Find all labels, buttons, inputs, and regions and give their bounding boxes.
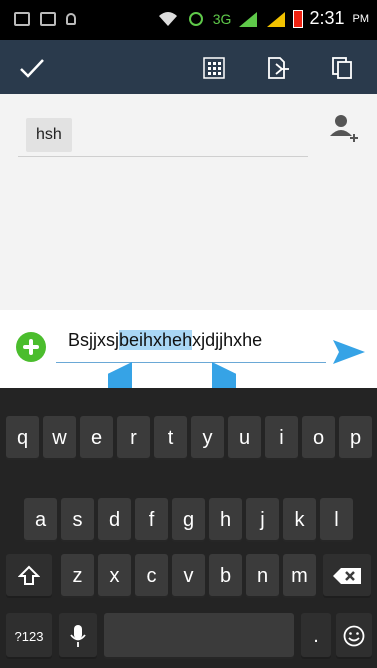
battery-icon <box>293 9 304 28</box>
key-q[interactable]: q <box>6 416 39 460</box>
key-f[interactable]: f <box>135 498 168 542</box>
space-key[interactable] <box>104 613 294 659</box>
key-t[interactable]: t <box>154 416 187 460</box>
message-text-before: Bsjjxsj <box>68 330 120 350</box>
emoji-key[interactable] <box>336 613 372 659</box>
selection-handle-start[interactable] <box>108 362 132 388</box>
quick-text-button[interactable] <box>198 52 230 84</box>
network-type: 3G <box>212 10 232 27</box>
message-text-after: xjdjjhxhe <box>192 330 263 350</box>
key-u[interactable]: u <box>228 416 261 460</box>
key-s[interactable]: s <box>61 498 94 542</box>
data-sync-icon <box>188 11 203 26</box>
key-g[interactable]: g <box>172 498 205 542</box>
add-contact-icon[interactable] <box>328 112 360 144</box>
recipient-area[interactable]: hsh <box>0 94 377 310</box>
keyboard: q w e r t y u i o p a s d f g h j k l z … <box>0 388 377 668</box>
mail-icon <box>40 12 56 26</box>
key-a[interactable]: a <box>24 498 57 542</box>
key-z[interactable]: z <box>61 554 94 598</box>
key-l[interactable]: l <box>320 498 353 542</box>
recipient-chip[interactable]: hsh <box>26 118 72 152</box>
clock-time: 2:31 <box>309 8 345 28</box>
key-h[interactable]: h <box>209 498 242 542</box>
key-v[interactable]: v <box>172 554 205 598</box>
emoji-icon <box>343 625 365 647</box>
signal-icon-sim2 <box>267 11 286 27</box>
key-j[interactable]: j <box>246 498 279 542</box>
usb-icon <box>66 13 76 25</box>
key-m[interactable]: m <box>283 554 316 598</box>
clock-ampm: PM <box>352 12 370 25</box>
message-input-underline <box>56 362 326 363</box>
message-input[interactable]: Bsjjxsjbeihxhehxjdjjhxhe <box>68 330 262 351</box>
backspace-icon <box>333 568 361 584</box>
key-k[interactable]: k <box>283 498 316 542</box>
recipient-field-underline <box>18 156 308 157</box>
key-b[interactable]: b <box>209 554 242 598</box>
compose-bar: Bsjjxsjbeihxhehxjdjjhxhe <box>0 310 377 388</box>
microphone-icon <box>70 625 86 647</box>
key-n[interactable]: n <box>246 554 279 598</box>
export-button[interactable] <box>262 52 294 84</box>
key-c[interactable]: c <box>135 554 168 598</box>
key-o[interactable]: o <box>302 416 335 460</box>
key-y[interactable]: y <box>191 416 224 460</box>
backspace-key[interactable] <box>323 554 371 598</box>
send-icon[interactable] <box>331 338 367 366</box>
key-x[interactable]: x <box>98 554 131 598</box>
selection-handle-end[interactable] <box>212 362 236 388</box>
message-text-selected: beihxheh <box>119 330 193 350</box>
shift-key[interactable] <box>6 554 52 598</box>
screenshot-icon <box>14 12 30 26</box>
voice-input-key[interactable] <box>59 613 97 659</box>
done-button[interactable] <box>16 52 48 84</box>
key-d[interactable]: d <box>98 498 131 542</box>
system-status: 3G 2:31 PM <box>157 8 369 29</box>
key-i[interactable]: i <box>265 416 298 460</box>
shift-icon <box>18 565 40 585</box>
key-w[interactable]: w <box>43 416 76 460</box>
add-attachment-icon[interactable] <box>16 332 46 362</box>
copy-icon <box>332 57 352 79</box>
wifi-icon <box>158 11 177 26</box>
signal-icon-sim1 <box>239 11 258 27</box>
notification-icons <box>14 12 76 26</box>
copy-button[interactable] <box>326 52 358 84</box>
period-key[interactable]: . <box>301 613 331 659</box>
key-r[interactable]: r <box>117 416 150 460</box>
symbols-key[interactable]: ?123 <box>6 613 52 659</box>
check-icon <box>20 59 44 78</box>
status-bar: 3G 2:31 PM <box>0 0 377 40</box>
export-icon <box>268 57 289 79</box>
key-e[interactable]: e <box>80 416 113 460</box>
grid-icon <box>203 57 225 79</box>
key-p[interactable]: p <box>339 416 372 460</box>
action-bar <box>0 40 377 94</box>
